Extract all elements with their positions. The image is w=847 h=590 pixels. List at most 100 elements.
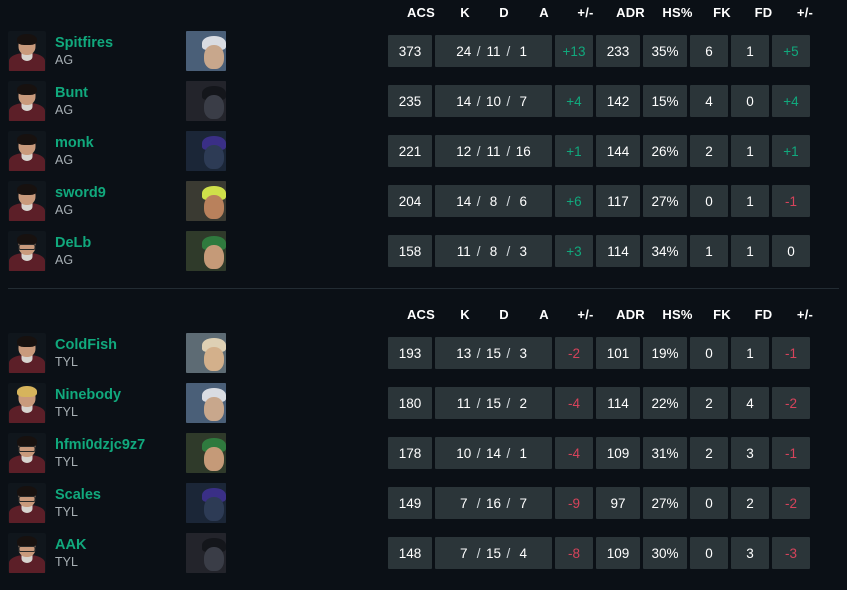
column-header--2[interactable]: +/- (784, 302, 826, 328)
player-name[interactable]: Ninebody (55, 387, 121, 404)
player-row[interactable]: ColdFish TYL 193 13/15/3 -2 101 19% 0 1 -1 (0, 328, 847, 378)
column-header-acs[interactable]: ACS (396, 0, 446, 26)
stat-headshot-percent: 31% (643, 437, 687, 469)
player-name[interactable]: ColdFish (55, 337, 117, 354)
player-avatar (8, 31, 46, 71)
stat-assists: 16 (515, 143, 531, 159)
kda-separator: / (476, 395, 481, 411)
stat-assists: 1 (519, 445, 528, 461)
player-text: Scales TYL (55, 487, 101, 520)
stat-deaths: 15 (485, 395, 502, 411)
agent-cell (180, 433, 380, 473)
player-avatar (8, 231, 46, 271)
column-header-fd[interactable]: FD (743, 302, 784, 328)
player-avatar (8, 483, 46, 523)
stat-fkfd-differential: -3 (772, 537, 810, 569)
stat-kills: 10 (456, 445, 472, 461)
player-avatar (8, 181, 46, 221)
player-team-tag: AG (55, 152, 74, 167)
column-header-acs[interactable]: ACS (396, 302, 446, 328)
sova-agent-icon (186, 333, 226, 373)
player-info[interactable]: Spitfires AG (0, 31, 180, 71)
player-team-tag: TYL (55, 554, 78, 569)
agent-cell (180, 181, 380, 221)
player-name[interactable]: DeLb (55, 235, 91, 252)
column-header-d[interactable]: D (484, 302, 524, 328)
player-row[interactable]: hfmi0dzjc9z7 TYL 178 10/14/1 -4 109 31% 2 3 -1 (0, 428, 847, 478)
player-row[interactable]: Scales TYL 149 7 /16/ 7 -9 97 27% 0 2 -2 (0, 478, 847, 528)
column-header--2[interactable]: +/- (784, 0, 826, 26)
kda-separator: / (476, 143, 481, 159)
column-header-fk[interactable]: FK (701, 0, 743, 26)
stat-acs: 180 (388, 387, 432, 419)
stat-first-kills: 0 (690, 337, 728, 369)
stat-kills: 7 (459, 495, 468, 511)
column-header-k[interactable]: K (446, 302, 484, 328)
column-header-fd[interactable]: FD (743, 0, 784, 26)
agent-cell (180, 333, 380, 373)
stat-kills: 14 (456, 193, 472, 209)
column-header-a[interactable]: A (524, 302, 564, 328)
column-header-[interactable]: +/- (564, 0, 607, 26)
player-row[interactable]: Bunt AG 235 14/10/7 +4 142 15% 4 0 +4 (0, 76, 847, 126)
team-divider (8, 288, 839, 289)
stat-kda: 12/11/16 (435, 135, 552, 167)
stat-kills: 13 (456, 345, 472, 361)
column-header-hs[interactable]: HS% (654, 302, 701, 328)
column-header-hs[interactable]: HS% (654, 0, 701, 26)
player-info[interactable]: hfmi0dzjc9z7 TYL (0, 433, 180, 473)
stat-fkfd-differential: +1 (772, 135, 810, 167)
player-info[interactable]: sword9 AG (0, 181, 180, 221)
stat-headshot-percent: 27% (643, 185, 687, 217)
column-header-adr[interactable]: ADR (607, 302, 654, 328)
player-info[interactable]: Scales TYL (0, 483, 180, 523)
player-name[interactable]: hfmi0dzjc9z7 (55, 437, 145, 454)
stat-kd-differential: +3 (555, 235, 593, 267)
stat-kd-differential: -2 (555, 337, 593, 369)
stat-kills: 24 (456, 43, 472, 59)
kayo-agent-icon (186, 131, 226, 171)
stat-acs: 178 (388, 437, 432, 469)
stat-first-deaths: 1 (731, 235, 769, 267)
player-avatar (8, 383, 46, 423)
player-row[interactable]: sword9 AG 204 14/8/6 +6 117 27% 0 1 -1 (0, 176, 847, 226)
column-header-d[interactable]: D (484, 0, 524, 26)
player-text: DeLb AG (55, 235, 91, 268)
player-row[interactable]: Ninebody TYL 180 11/15/2 -4 114 22% 2 4 -2 (0, 378, 847, 428)
player-text: sword9 AG (55, 185, 106, 218)
column-header-fk[interactable]: FK (701, 302, 743, 328)
player-info[interactable]: monk AG (0, 131, 180, 171)
stat-assists: 3 (519, 345, 528, 361)
stat-kda: 13/15/3 (435, 337, 552, 369)
kda-separator: / (506, 445, 511, 461)
column-header-k[interactable]: K (446, 0, 484, 26)
player-name[interactable]: sword9 (55, 185, 106, 202)
stat-assists: 4 (519, 545, 528, 561)
column-header-[interactable]: +/- (564, 302, 607, 328)
player-name[interactable]: Spitfires (55, 35, 113, 52)
player-name[interactable]: Bunt (55, 85, 88, 102)
player-info[interactable]: DeLb AG (0, 231, 180, 271)
jett-agent-icon (186, 383, 226, 423)
stat-assists: 7 (519, 93, 528, 109)
kda-separator: / (476, 93, 481, 109)
player-text: ColdFish TYL (55, 337, 117, 370)
player-name[interactable]: monk (55, 135, 94, 152)
player-name[interactable]: Scales (55, 487, 101, 504)
column-header-a[interactable]: A (524, 0, 564, 26)
player-row[interactable]: AAK TYL 148 7 /15/ 4 -8 109 30% 0 3 -3 (0, 528, 847, 578)
player-info[interactable]: Bunt AG (0, 81, 180, 121)
stat-deaths: 10 (485, 93, 502, 109)
player-row[interactable]: monk AG 221 12/11/16 +1 144 26% 2 1 +1 (0, 126, 847, 176)
stats-header-row: ACS K D A +/- ADR HS% FK FD +/- (0, 0, 847, 26)
player-info[interactable]: AAK TYL (0, 533, 180, 573)
column-header-adr[interactable]: ADR (607, 0, 654, 26)
stat-acs: 373 (388, 35, 432, 67)
stat-first-kills: 2 (690, 437, 728, 469)
player-row[interactable]: DeLb AG 158 11/8/3 +3 114 34% 1 1 0 (0, 226, 847, 276)
player-name[interactable]: AAK (55, 537, 86, 554)
stat-headshot-percent: 34% (643, 235, 687, 267)
player-info[interactable]: Ninebody TYL (0, 383, 180, 423)
player-info[interactable]: ColdFish TYL (0, 333, 180, 373)
player-row[interactable]: Spitfires AG 373 24/11/1 +13 233 35% 6 1 +5 (0, 26, 847, 76)
